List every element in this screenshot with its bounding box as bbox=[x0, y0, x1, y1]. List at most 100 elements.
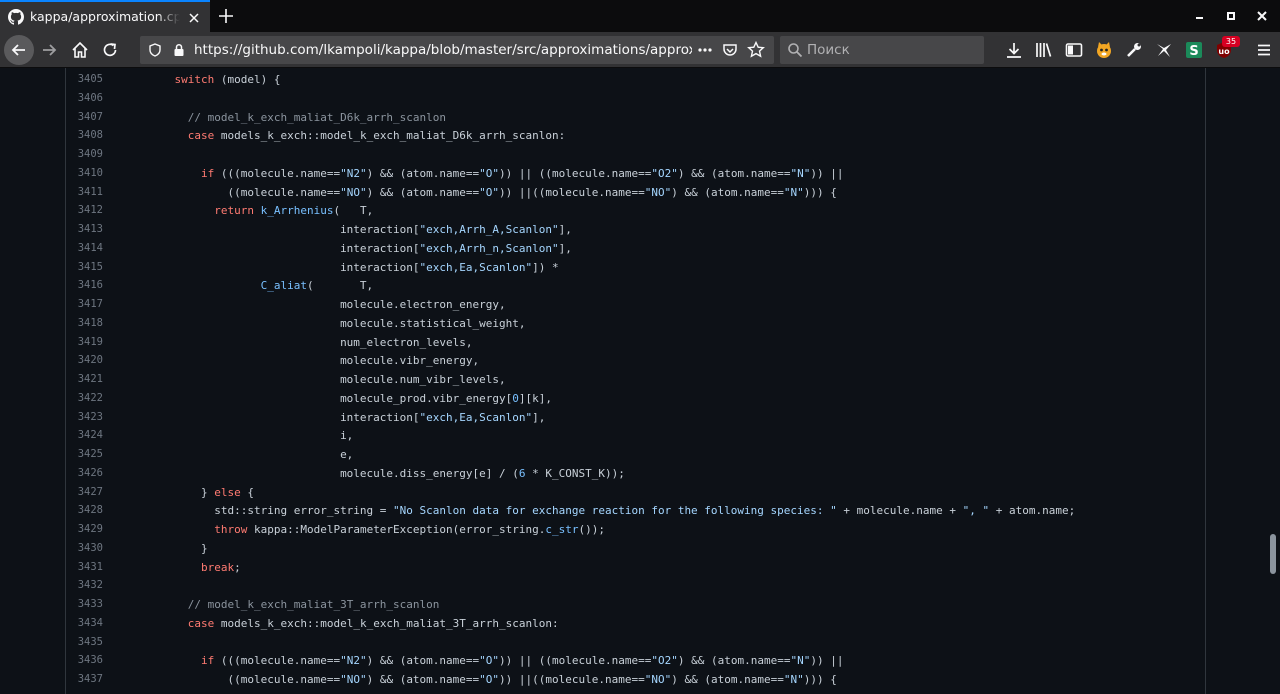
code-line: 3409 bbox=[66, 146, 1205, 165]
line-number[interactable]: 3421 bbox=[66, 373, 103, 385]
line-number[interactable]: 3422 bbox=[66, 392, 103, 404]
line-number[interactable]: 3436 bbox=[66, 654, 103, 666]
library-icon[interactable] bbox=[1034, 40, 1054, 60]
code-token: molecule.num_vibr_levels, bbox=[340, 373, 506, 386]
line-number[interactable]: 3435 bbox=[66, 636, 103, 648]
line-number[interactable]: 3417 bbox=[66, 298, 103, 310]
code-line: 3424 i, bbox=[66, 427, 1205, 446]
code-text: } else { bbox=[148, 486, 254, 499]
line-number[interactable]: 3416 bbox=[66, 279, 103, 291]
line-number[interactable]: 3418 bbox=[66, 317, 103, 329]
line-number[interactable]: 3406 bbox=[66, 92, 103, 104]
code-token: "O2" bbox=[651, 654, 678, 668]
code-token: ], bbox=[558, 241, 572, 255]
line-number[interactable]: 3407 bbox=[66, 111, 103, 123]
url-text[interactable]: https://github.com/lkampoli/kappa/blob/m… bbox=[194, 42, 692, 60]
code-line: 3421 molecule.num_vibr_levels, bbox=[66, 371, 1205, 390]
line-number[interactable]: 3429 bbox=[66, 523, 103, 535]
line-number[interactable]: 3415 bbox=[66, 261, 103, 273]
scrollbar[interactable] bbox=[1266, 68, 1280, 694]
ninja-extension-icon[interactable] bbox=[1154, 40, 1174, 60]
line-number[interactable]: 3424 bbox=[66, 429, 103, 441]
line-number[interactable]: 3405 bbox=[66, 73, 103, 85]
code-token: ( T, bbox=[306, 279, 374, 293]
browser-tab[interactable]: kappa/approximation.cpp at master · lkam… bbox=[0, 0, 210, 32]
line-number[interactable]: 3423 bbox=[66, 411, 103, 423]
line-number[interactable]: 3411 bbox=[66, 186, 103, 198]
pocket-icon[interactable] bbox=[721, 41, 739, 59]
code-text: molecule.num_vibr_levels, bbox=[148, 373, 506, 386]
code-token: ) && (atom.name== bbox=[366, 673, 480, 686]
close-window-icon[interactable] bbox=[1254, 8, 1270, 24]
line-number[interactable]: 3431 bbox=[66, 561, 103, 573]
page-actions-icon[interactable] bbox=[696, 41, 714, 59]
line-number[interactable]: 3410 bbox=[66, 167, 103, 179]
code-token: // model_k_exch_maliat_D6k_arrh_scanlon bbox=[187, 110, 447, 124]
code-token: ))) { bbox=[803, 673, 837, 686]
code-line: 3415 interaction["exch,Ea,Scanlon"]) * bbox=[66, 259, 1205, 278]
line-number[interactable]: 3412 bbox=[66, 204, 103, 216]
wrench-icon[interactable] bbox=[1124, 40, 1144, 60]
lock-icon[interactable] bbox=[172, 43, 186, 57]
shield-icon[interactable] bbox=[148, 43, 162, 57]
url-bar[interactable]: https://github.com/lkampoli/kappa/blob/m… bbox=[140, 36, 774, 64]
line-number[interactable]: 3437 bbox=[66, 673, 103, 685]
code-token: i, bbox=[340, 429, 354, 443]
fox-extension-icon[interactable] bbox=[1094, 40, 1114, 60]
code-token: "N2" bbox=[340, 166, 367, 180]
downloads-icon[interactable] bbox=[1004, 40, 1024, 60]
line-number[interactable]: 3426 bbox=[66, 467, 103, 479]
line-number[interactable]: 3408 bbox=[66, 129, 103, 141]
forward-icon[interactable] bbox=[39, 40, 59, 60]
bookmark-star-icon[interactable] bbox=[746, 40, 766, 60]
code-text: molecule.electron_energy, bbox=[148, 298, 506, 311]
line-number[interactable]: 3427 bbox=[66, 486, 103, 498]
code-line: 3434 case models_k_exch::model_k_exch_ma… bbox=[66, 615, 1205, 634]
code-token: ) && (atom.name== bbox=[366, 654, 480, 668]
sidebar-icon[interactable] bbox=[1064, 40, 1084, 60]
code-token: ", " bbox=[962, 504, 990, 518]
new-tab-icon[interactable] bbox=[216, 6, 236, 26]
search-input[interactable]: Поиск bbox=[807, 42, 977, 60]
scrollbar-thumb[interactable] bbox=[1270, 534, 1276, 574]
back-button[interactable] bbox=[4, 35, 34, 65]
line-number[interactable]: 3430 bbox=[66, 542, 103, 554]
code-line: 3408 case models_k_exch::model_k_exch_ma… bbox=[66, 127, 1205, 146]
code-token: ) && (atom.name== bbox=[366, 166, 480, 180]
close-tab-icon[interactable] bbox=[186, 10, 202, 26]
maximize-icon[interactable] bbox=[1223, 8, 1239, 24]
code-token: ))) { bbox=[803, 185, 837, 199]
code-token: C_aliat bbox=[260, 279, 307, 293]
code-token: "NO" bbox=[644, 673, 672, 686]
line-number[interactable]: 3409 bbox=[66, 148, 103, 160]
line-number[interactable]: 3414 bbox=[66, 242, 103, 254]
code-token: interaction[ bbox=[340, 223, 420, 236]
code-line: 3420 molecule.vibr_energy, bbox=[66, 352, 1205, 371]
line-number[interactable]: 3428 bbox=[66, 504, 103, 516]
s-extension-icon[interactable]: S bbox=[1184, 40, 1204, 60]
reload-icon[interactable] bbox=[100, 40, 120, 60]
code-token: + atom.name; bbox=[989, 504, 1076, 518]
search-bar[interactable]: Поиск bbox=[780, 36, 984, 64]
line-number[interactable]: 3433 bbox=[66, 598, 103, 610]
home-icon[interactable] bbox=[70, 40, 90, 60]
line-number[interactable]: 3419 bbox=[66, 336, 103, 348]
tab-title: kappa/approximation.cpp at master · lkam… bbox=[30, 9, 180, 24]
minimize-icon[interactable] bbox=[1192, 8, 1208, 24]
line-number[interactable]: 3413 bbox=[66, 223, 103, 235]
menu-icon[interactable] bbox=[1254, 40, 1274, 60]
code-text: return k_Arrhenius( T, bbox=[148, 204, 373, 217]
line-number[interactable]: 3420 bbox=[66, 354, 103, 366]
code-token: 6 bbox=[518, 466, 526, 480]
code-text: ((molecule.name=="NO") && (atom.name=="O… bbox=[148, 185, 837, 199]
line-number[interactable]: 3432 bbox=[66, 579, 103, 591]
code-line: 3412 return k_Arrhenius( T, bbox=[66, 202, 1205, 221]
code-token: } bbox=[200, 485, 215, 499]
line-number[interactable]: 3434 bbox=[66, 617, 103, 629]
line-number[interactable]: 3425 bbox=[66, 448, 103, 460]
